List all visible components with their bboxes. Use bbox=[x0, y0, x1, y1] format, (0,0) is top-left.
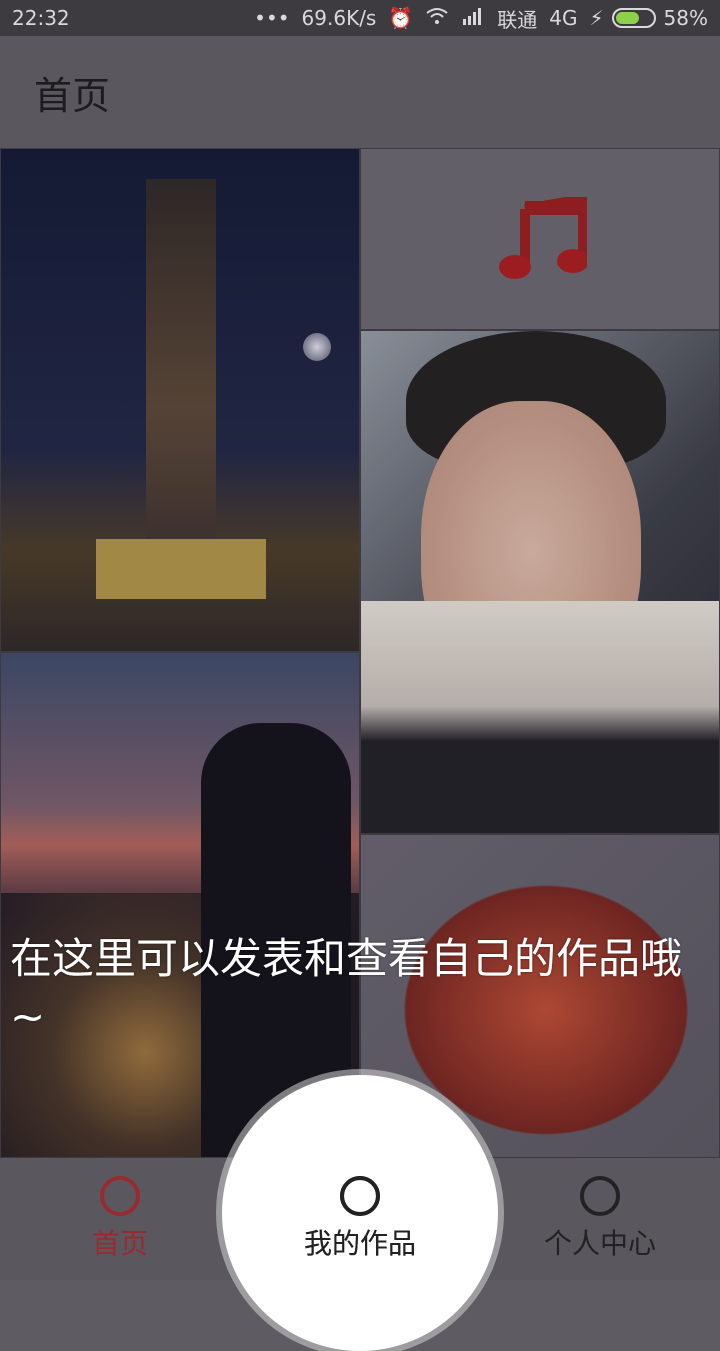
charging-icon: ⚡ bbox=[589, 6, 604, 30]
nav-item-home[interactable]: 首页 bbox=[0, 1158, 240, 1280]
highlight-circle-icon bbox=[340, 1176, 380, 1216]
battery-fill bbox=[615, 12, 639, 24]
status-speed: 69.6K/s bbox=[301, 6, 377, 30]
app-bar: 首页 bbox=[0, 36, 720, 148]
page-title: 首页 bbox=[34, 73, 111, 118]
nav-label-profile: 个人中心 bbox=[543, 1227, 656, 1260]
signal-icon bbox=[461, 6, 485, 30]
status-bar: 22:32 ••• 69.6K/s ⏰ 联通 4G ⚡ 58% bbox=[0, 0, 720, 36]
nav-label-home: 首页 bbox=[91, 1227, 148, 1260]
alarm-icon: ⏰ bbox=[388, 6, 414, 30]
home-circle-icon bbox=[100, 1176, 140, 1216]
status-time: 22:32 bbox=[12, 6, 70, 30]
battery-icon bbox=[611, 8, 656, 28]
nav-label-my-works-highlight: 我的作品 bbox=[303, 1227, 416, 1260]
nav-item-profile[interactable]: 个人中心 bbox=[480, 1158, 720, 1280]
status-right: ••• 69.6K/s ⏰ 联通 4G ⚡ 58% bbox=[254, 4, 708, 33]
battery: ⚡ 58% bbox=[590, 6, 709, 30]
guide-tip-text: 在这里可以发表和查看自己的作品哦~ bbox=[10, 934, 683, 1041]
wifi-icon bbox=[425, 6, 449, 30]
nav-item-my-works-highlight[interactable]: 我的作品 bbox=[240, 1158, 480, 1280]
profile-circle-icon bbox=[580, 1176, 620, 1216]
status-network: 4G bbox=[549, 6, 578, 30]
status-dots: ••• bbox=[254, 6, 290, 30]
status-carrier: 联通 bbox=[497, 7, 538, 32]
battery-percent: 58% bbox=[663, 6, 708, 30]
